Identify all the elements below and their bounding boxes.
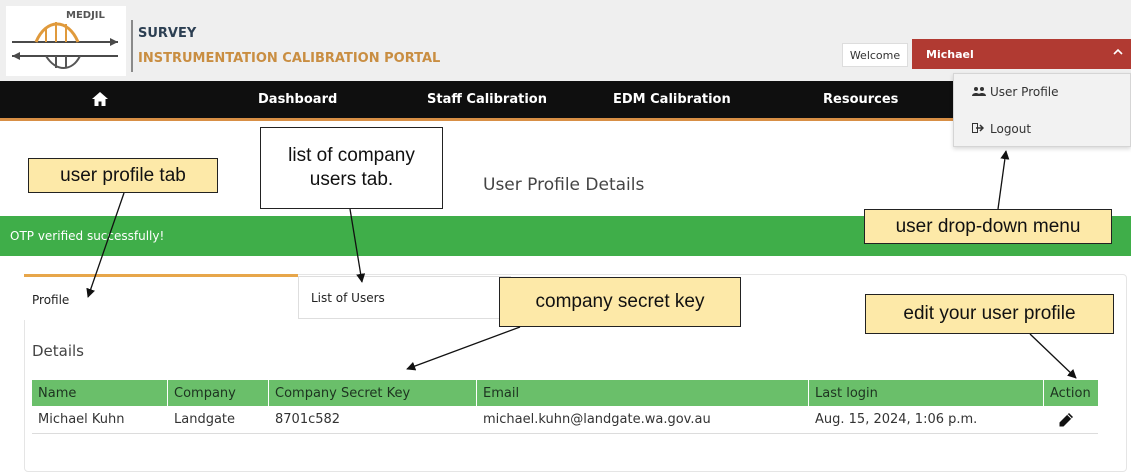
nav-staff-calibration[interactable]: Staff Calibration <box>427 81 547 118</box>
cell-company: Landgate <box>174 412 236 427</box>
page-title: User Profile Details <box>483 175 645 195</box>
home-icon[interactable] <box>92 92 108 106</box>
logo-text: MEDJIL <box>66 10 106 21</box>
column-header-name: Name <box>32 380 168 406</box>
brand-title: SURVEY <box>138 26 197 41</box>
pencil-icon <box>1059 412 1073 426</box>
column-header-action: Action <box>1050 385 1091 401</box>
annotation-company-secret-key: company secret key <box>499 277 741 327</box>
edit-profile-button[interactable] <box>1044 406 1098 433</box>
dropdown-item-label: User Profile <box>990 85 1059 99</box>
annotation-user-dropdown-menu: user drop-down menu <box>864 209 1112 244</box>
nav-dashboard[interactable]: Dashboard <box>258 81 337 118</box>
annotation-list-users-tab: list of company users tab. <box>260 127 443 209</box>
column-header-email: Email <box>477 380 809 406</box>
arrow-to-user-dropdown <box>997 150 1010 210</box>
details-heading: Details <box>32 342 85 360</box>
cell-last-login: Aug. 15, 2024, 1:06 p.m. <box>815 412 978 427</box>
table-row: Michael Kuhn Landgate 8701c582 michael.k… <box>32 406 1098 434</box>
dropdown-logout[interactable]: Logout <box>954 113 1131 145</box>
cell-email: michael.kuhn@landgate.wa.gov.au <box>483 412 711 427</box>
tab-list-of-users[interactable]: List of Users <box>298 276 511 319</box>
column-header-last-login: Last login <box>809 380 1044 406</box>
nav-resources[interactable]: Resources <box>823 81 898 118</box>
nav-edm-calibration[interactable]: EDM Calibration <box>613 81 731 118</box>
user-dropdown-menu: User Profile Logout <box>953 73 1131 147</box>
dropdown-item-label: Logout <box>990 122 1032 136</box>
chevron-up-icon <box>1113 46 1123 60</box>
app-header: MEDJIL SURVEY INSTRUMENTATION CALIBRATIO… <box>0 0 1131 81</box>
users-icon <box>972 86 990 99</box>
dropdown-user-profile[interactable]: User Profile <box>954 76 1131 108</box>
logout-icon <box>972 122 990 136</box>
logo-divider <box>131 20 133 72</box>
cell-secret-key: 8701c582 <box>275 412 341 427</box>
user-details-table: Name Company Company Secret Key Email La… <box>32 380 1098 434</box>
cell-name: Michael Kuhn <box>38 412 125 427</box>
user-name: Michael <box>926 47 974 61</box>
annotation-edit-profile: edit your user profile <box>865 294 1114 334</box>
column-header-secret-key: Company Secret Key <box>269 380 477 406</box>
tab-profile[interactable]: Profile <box>24 274 298 320</box>
medjil-logo[interactable]: MEDJIL <box>6 6 126 76</box>
annotation-user-profile-tab: user profile tab <box>28 158 218 193</box>
user-menu-button[interactable]: Michael <box>912 39 1131 69</box>
table-header: Name Company Company Secret Key Email La… <box>32 380 1098 406</box>
welcome-label: Welcome <box>842 43 908 67</box>
column-header-company: Company <box>168 380 269 406</box>
brand-subtitle: INSTRUMENTATION CALIBRATION PORTAL <box>138 51 441 66</box>
